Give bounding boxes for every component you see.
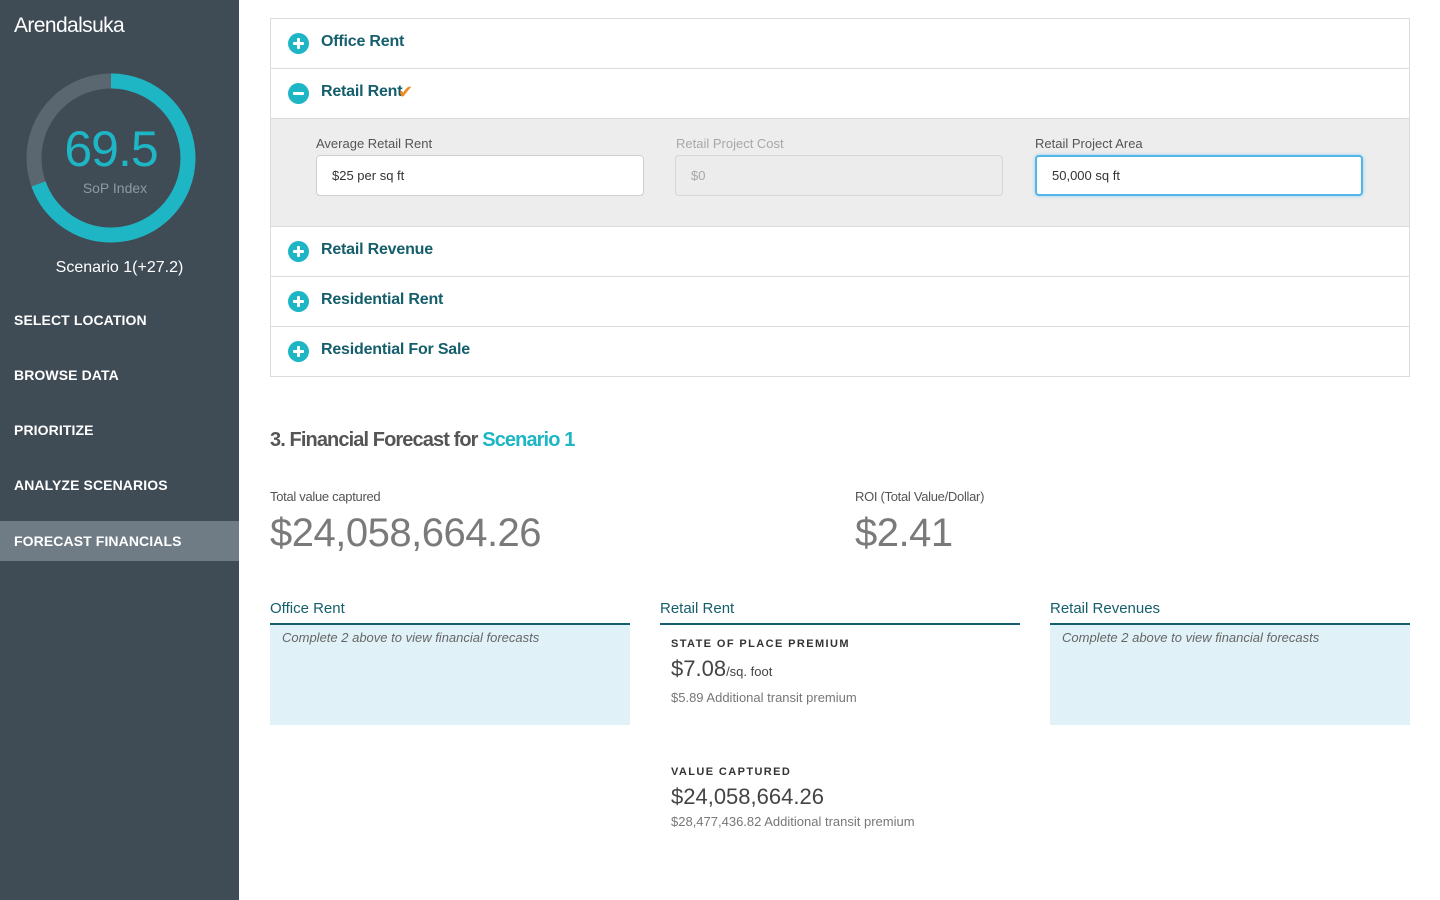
plus-icon — [288, 241, 309, 262]
accordion-title: Residential Rent — [321, 291, 444, 308]
retail-rent-panel: Average Retail Rent Retail Project Cost … — [271, 119, 1409, 227]
accordion-title: Retail Revenue — [321, 241, 433, 258]
roi-amount: $2.41 — [855, 511, 953, 555]
forecast-scenario-link[interactable]: Scenario 1 — [482, 429, 575, 451]
scenario-label: Scenario 1(+27.2) — [55, 259, 184, 276]
office-rent-empty-message: Complete 2 above to view financial forec… — [270, 625, 630, 725]
forecast-section-title: 3. Financial Forecast for Scenario 1 — [270, 429, 575, 452]
premium-value: $7.08/sq. foot — [671, 656, 772, 682]
nav-analyze-scenarios[interactable]: ANALYZE SCENARIOS — [0, 465, 239, 505]
retail-project-area-label: Retail Project Area — [1035, 136, 1143, 151]
nav-forecast-financials[interactable]: FORECAST FINANCIALS — [0, 521, 239, 561]
office-rent-card-title: Office Rent — [270, 600, 630, 625]
plus-icon — [288, 341, 309, 362]
plus-icon — [288, 33, 309, 54]
retail-project-cost-label: Retail Project Cost — [676, 136, 784, 151]
retail-project-cost-input — [675, 155, 1003, 196]
retail-revenues-card-title: Retail Revenues — [1050, 600, 1410, 625]
premium-amount: $7.08 — [671, 656, 727, 681]
plus-icon — [288, 291, 309, 312]
total-value-amount: $24,058,664.26 — [270, 511, 542, 555]
total-value-label: Total value captured — [270, 489, 381, 504]
average-retail-rent-input[interactable] — [316, 155, 644, 196]
sidebar: Arendalsuka 69.5 SoP Index Scenario 1(+2… — [0, 0, 239, 900]
premium-label: STATE OF PLACE PREMIUM — [671, 638, 850, 650]
sop-index-label: SoP Index — [82, 180, 148, 196]
accordion-title: Residential For Sale — [321, 341, 470, 358]
forecast-title-prefix: 3. Financial Forecast for — [270, 429, 478, 451]
nav-prioritize[interactable]: PRIORITIZE — [0, 410, 239, 450]
accordion-retail-rent[interactable]: Retail Rent ✔ — [271, 69, 1409, 119]
value-captured-label: VALUE CAPTURED — [671, 766, 792, 778]
accordion-office-rent[interactable]: Office Rent — [271, 19, 1409, 69]
accordion-residential-rent[interactable]: Residential Rent — [271, 277, 1409, 327]
minus-icon — [288, 83, 309, 104]
nav-browse-data[interactable]: BROWSE DATA — [0, 355, 239, 395]
checkmark-icon: ✔ — [398, 82, 414, 102]
rent-inputs-accordion: Office Rent Retail Rent ✔ Average Retail… — [270, 18, 1410, 377]
accordion-title: Retail Rent — [321, 83, 403, 100]
value-captured-amount: $24,058,664.26 — [671, 784, 824, 809]
brand-name: Arendalsuka — [14, 14, 125, 37]
retail-revenues-empty-message: Complete 2 above to view financial forec… — [1050, 625, 1410, 725]
premium-unit: /sq. foot — [726, 664, 773, 679]
average-retail-rent-label: Average Retail Rent — [316, 136, 433, 151]
sop-index-score: 69.5 — [64, 121, 158, 177]
retail-rent-card-title: Retail Rent — [660, 600, 1020, 625]
accordion-retail-revenue[interactable]: Retail Revenue — [271, 227, 1409, 277]
retail-project-area-input[interactable] — [1035, 155, 1363, 196]
accordion-residential-for-sale[interactable]: Residential For Sale — [271, 327, 1409, 376]
premium-transit: $5.89 Additional transit premium — [671, 690, 857, 705]
nav-select-location[interactable]: SELECT LOCATION — [0, 300, 239, 340]
roi-label: ROI (Total Value/Dollar) — [855, 489, 985, 504]
value-captured-transit: $28,477,436.82 Additional transit premiu… — [671, 814, 915, 829]
accordion-title: Office Rent — [321, 33, 405, 50]
